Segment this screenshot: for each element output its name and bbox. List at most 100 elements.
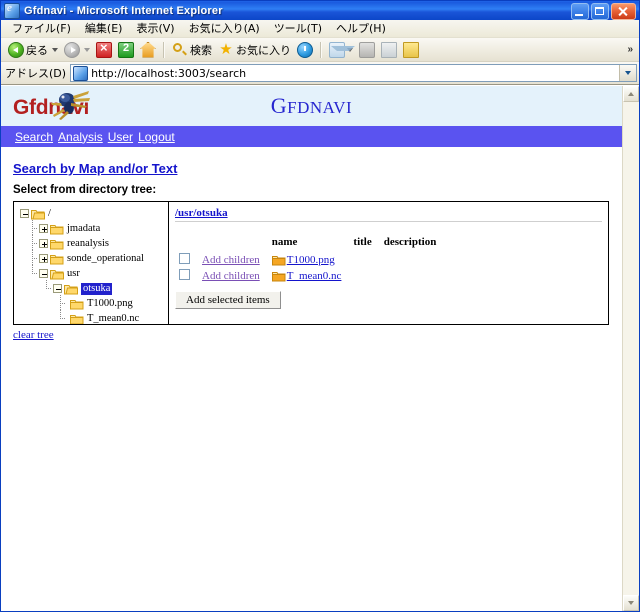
back-button[interactable]: 戻る <box>5 39 61 60</box>
tree-toggle-root[interactable] <box>20 209 29 218</box>
star-icon: ★ <box>219 40 233 58</box>
print-button[interactable] <box>356 39 378 60</box>
toolbar: 戻る 検索 ★ お気に入り <box>1 38 639 62</box>
mail-icon <box>329 41 355 58</box>
col-checkbox <box>175 236 198 252</box>
col-action <box>198 236 268 252</box>
menu-edit[interactable]: 編集(E) <box>78 19 130 38</box>
menu-file[interactable]: ファイル(F) <box>5 19 78 38</box>
discuss-button[interactable] <box>400 39 422 60</box>
main-content: Search by Map and/or Text Select from di… <box>1 147 622 341</box>
title-bar: Gfdnavi - Microsoft Internet Explorer <box>1 1 639 20</box>
stop-button[interactable] <box>93 39 115 60</box>
file-table-head: name title description <box>175 236 444 252</box>
chevron-down-icon <box>628 601 634 605</box>
menu-view[interactable]: 表示(V) <box>129 19 181 38</box>
address-label: アドレス(D) <box>5 67 67 80</box>
folder-open-icon <box>64 283 78 295</box>
address-input[interactable]: http://localhost:3003/search <box>70 64 637 82</box>
scroll-down-button[interactable] <box>623 595 639 611</box>
row-description-cell <box>380 252 445 268</box>
row-name-cell: T_mean0.nc <box>268 268 350 284</box>
directory-browser: / jmadata reanalysis sonde_operational u… <box>13 201 609 325</box>
scroll-up-button[interactable] <box>623 86 639 102</box>
favorites-label: お気に入り <box>236 43 291 57</box>
forward-button[interactable] <box>61 39 93 60</box>
search-button[interactable]: 検索 <box>169 39 215 60</box>
tree-node-t1000-png[interactable]: T1000.png <box>20 295 166 310</box>
directory-listing: /usr/otsuka name title description Add c… <box>169 202 608 324</box>
row-action-cell: Add children <box>198 268 268 284</box>
tree-label-root: / <box>48 207 51 219</box>
row-name-cell: T1000.png <box>268 252 350 268</box>
scrollbar-track[interactable] <box>623 102 639 595</box>
table-row: Add children T1000.png <box>175 252 444 268</box>
refresh-button[interactable] <box>115 39 137 60</box>
site-logo[interactable]: Gfdnavi <box>13 89 113 123</box>
menu-tools[interactable]: ツール(T) <box>267 19 329 38</box>
site-title-rest: FDNAVI <box>287 98 353 117</box>
menu-favorites[interactable]: お気に入り(A) <box>182 19 267 38</box>
current-path-link[interactable]: /usr/otsuka <box>175 207 228 219</box>
history-clock-icon <box>297 41 313 58</box>
tree-toggle-sonde-operational[interactable] <box>39 254 48 263</box>
add-children-link[interactable]: Add children <box>202 270 260 282</box>
folder-closed-icon <box>70 313 84 324</box>
nav-search[interactable]: Search <box>15 130 53 144</box>
tree-node-root[interactable]: / <box>20 207 166 220</box>
history-button[interactable] <box>294 39 316 60</box>
add-children-link[interactable]: Add children <box>202 254 260 266</box>
forward-arrow-icon <box>64 41 80 58</box>
clear-tree-link[interactable]: clear tree <box>13 329 54 341</box>
close-button[interactable] <box>611 3 636 20</box>
row-description-cell <box>380 268 445 284</box>
tree-toggle-otsuka[interactable] <box>53 284 62 293</box>
file-name-link[interactable]: T_mean0.nc <box>287 270 342 282</box>
row-action-cell: Add children <box>198 252 268 268</box>
maximize-button[interactable] <box>591 3 609 20</box>
folder-closed-icon <box>50 238 64 250</box>
bug-graphic-icon <box>51 91 90 120</box>
col-title: title <box>353 236 372 248</box>
page-content: Gfdnavi GFDNAVI Search Analysis User Log… <box>1 86 622 611</box>
page-scrollbar[interactable] <box>622 86 639 611</box>
col-description: description <box>383 236 437 248</box>
toolbar-overflow-button[interactable]: » <box>623 44 637 55</box>
tree-toggle-reanalysis[interactable] <box>39 239 48 248</box>
row-checkbox-cell <box>175 252 198 268</box>
tree-node-t-mean0-nc[interactable]: T_mean0.nc <box>20 310 166 324</box>
nav-logout[interactable]: Logout <box>138 130 175 144</box>
mail-button[interactable] <box>326 39 356 60</box>
row-title-cell <box>349 252 379 268</box>
nav-user[interactable]: User <box>108 130 133 144</box>
tree-toggle-jmadata[interactable] <box>39 224 48 233</box>
tree-label-jmadata: jmadata <box>67 222 101 234</box>
back-dropdown-icon[interactable] <box>52 47 58 52</box>
minimize-button[interactable] <box>571 3 589 20</box>
forward-dropdown-icon[interactable] <box>84 47 90 52</box>
row-checkbox[interactable] <box>179 269 190 280</box>
file-name-link[interactable]: T1000.png <box>287 254 335 266</box>
row-title-cell <box>349 268 379 284</box>
folder-closed-icon <box>271 270 286 282</box>
edit-button[interactable] <box>378 39 400 60</box>
address-dropdown-button[interactable] <box>619 65 636 81</box>
select-directory-label: Select from directory tree: <box>13 184 157 196</box>
nav-analysis[interactable]: Analysis <box>58 130 103 144</box>
tree-node-sonde-operational[interactable]: sonde_operational <box>20 250 166 265</box>
favorites-button[interactable]: ★ お気に入り <box>215 39 294 60</box>
tree-toggle-usr[interactable] <box>39 269 48 278</box>
back-label: 戻る <box>26 43 48 57</box>
home-button[interactable] <box>137 39 159 60</box>
tree-node-jmadata[interactable]: jmadata <box>20 220 166 235</box>
table-row: Add children T_mean0.nc <box>175 268 444 284</box>
tree-node-otsuka[interactable]: otsuka <box>20 280 166 295</box>
row-checkbox[interactable] <box>179 253 190 264</box>
add-selected-items-button[interactable]: Add selected items <box>175 291 281 309</box>
menu-help[interactable]: ヘルプ(H) <box>329 19 393 38</box>
tree-node-reanalysis[interactable]: reanalysis <box>20 235 166 250</box>
tree-label-t-mean0-nc: T_mean0.nc <box>87 312 140 324</box>
search-label: 検索 <box>190 43 212 57</box>
tree-node-usr[interactable]: usr <box>20 265 166 280</box>
search-by-map-or-text-link[interactable]: Search by Map and/or Text <box>13 161 177 176</box>
